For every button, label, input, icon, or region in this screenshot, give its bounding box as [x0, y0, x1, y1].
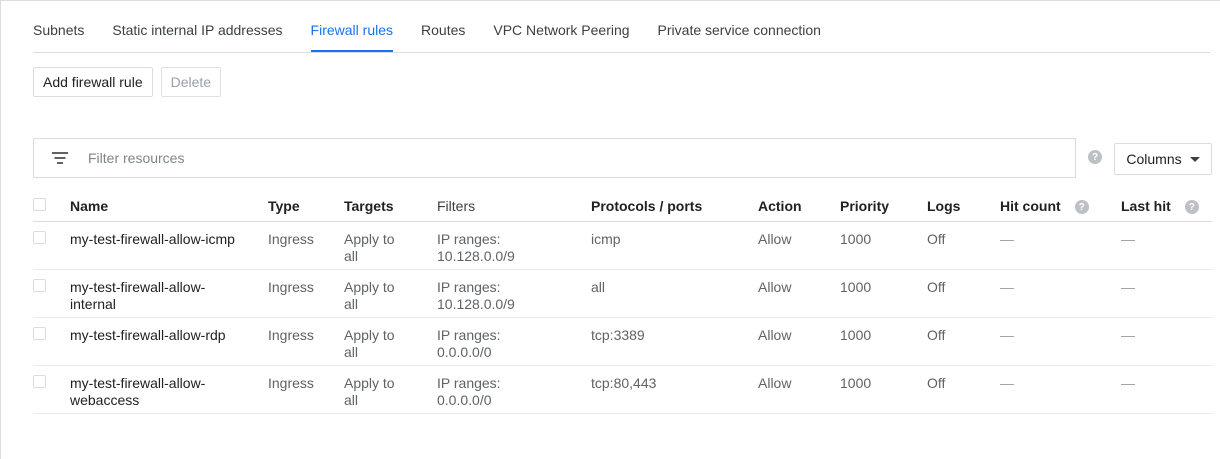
rule-action: Allow: [758, 269, 840, 318]
rule-protocols: tcp:80,443: [591, 365, 758, 414]
delete-button[interactable]: Delete: [160, 67, 222, 97]
row-checkbox[interactable]: [33, 327, 46, 340]
table-row[interactable]: my-test-firewall-allow-internal Ingress …: [33, 269, 1212, 318]
header-filters: Filters: [437, 191, 591, 222]
rule-name[interactable]: my-test-firewall-allow-rdp: [70, 317, 268, 366]
rule-targets: Apply to all: [344, 365, 437, 414]
header-name[interactable]: Name: [70, 191, 268, 222]
rule-last-hit: —: [1121, 269, 1212, 318]
rule-priority: 1000: [840, 365, 927, 414]
row-checkbox[interactable]: [33, 279, 46, 292]
rule-hit-count: —: [1000, 365, 1121, 414]
columns-label: Columns: [1126, 151, 1182, 167]
filter-icon: [52, 152, 68, 164]
rule-action: Allow: [758, 317, 840, 366]
rule-targets: Apply to all: [344, 269, 437, 318]
caret-down-icon: [1189, 156, 1200, 162]
tab-subnets[interactable]: Subnets: [33, 12, 84, 52]
rule-name[interactable]: my-test-firewall-allow-webaccess: [70, 365, 268, 414]
table-row[interactable]: my-test-firewall-allow-webaccess Ingress…: [33, 365, 1212, 414]
tab-firewall-rules[interactable]: Firewall rules: [310, 12, 394, 52]
rule-priority: 1000: [840, 317, 927, 366]
header-last-hit-cell: Last hit?: [1121, 191, 1212, 222]
rule-action: Allow: [758, 221, 840, 270]
rule-logs: Off: [927, 317, 1000, 366]
row-select-cell: [33, 269, 70, 318]
columns-button[interactable]: Columns: [1114, 143, 1212, 175]
rule-type: Ingress: [268, 221, 344, 270]
rule-protocols: icmp: [591, 221, 758, 270]
tab-routes[interactable]: Routes: [421, 12, 465, 52]
rule-logs: Off: [927, 365, 1000, 414]
rule-targets: Apply to all: [344, 317, 437, 366]
row-select-cell: [33, 365, 70, 414]
vpc-network-panel: Subnets Static internal IP addresses Fir…: [0, 0, 1220, 459]
table-row[interactable]: my-test-firewall-allow-icmp Ingress Appl…: [33, 221, 1212, 270]
rule-hit-count: —: [1000, 221, 1121, 270]
action-toolbar: Add firewall rule Delete: [33, 67, 222, 97]
tab-static-internal-ip[interactable]: Static internal IP addresses: [112, 12, 282, 52]
header-last-hit[interactable]: Last hit: [1121, 198, 1171, 214]
rule-logs: Off: [927, 269, 1000, 318]
rule-type: Ingress: [268, 365, 344, 414]
tab-vpc-network-peering[interactable]: VPC Network Peering: [493, 12, 629, 52]
filter-bar: [33, 138, 1076, 178]
rule-last-hit: —: [1121, 221, 1212, 270]
rule-targets: Apply to all: [344, 221, 437, 270]
hit-count-help-icon[interactable]: ?: [1074, 200, 1089, 215]
rule-hit-count: —: [1000, 269, 1121, 318]
filter-input[interactable]: [86, 149, 990, 167]
rule-filters: IP ranges: 0.0.0.0/0: [437, 365, 591, 414]
rule-logs: Off: [927, 221, 1000, 270]
rule-hit-count: —: [1000, 317, 1121, 366]
help-icon[interactable]: ?: [1088, 150, 1102, 164]
rule-name[interactable]: my-test-firewall-allow-icmp: [70, 221, 268, 270]
tab-private-service-connection[interactable]: Private service connection: [658, 12, 821, 52]
header-hit-count-cell: Hit count?: [1000, 191, 1121, 222]
rule-priority: 1000: [840, 221, 927, 270]
row-checkbox[interactable]: [33, 375, 46, 388]
select-all-checkbox[interactable]: [33, 198, 46, 211]
firewall-rules-table: Name Type Targets Filters Protocols / po…: [33, 191, 1212, 414]
rule-type: Ingress: [268, 269, 344, 318]
rule-last-hit: —: [1121, 317, 1212, 366]
rule-last-hit: —: [1121, 365, 1212, 414]
rule-protocols: tcp:3389: [591, 317, 758, 366]
header-targets[interactable]: Targets: [344, 191, 437, 222]
header-hit-count[interactable]: Hit count: [1000, 198, 1061, 214]
table-row[interactable]: my-test-firewall-allow-rdp Ingress Apply…: [33, 317, 1212, 366]
header-logs[interactable]: Logs: [927, 191, 1000, 222]
rule-filters: IP ranges: 10.128.0.0/9: [437, 269, 591, 318]
select-all-cell: [33, 191, 70, 222]
rule-name[interactable]: my-test-firewall-allow-internal: [70, 269, 268, 318]
row-select-cell: [33, 317, 70, 366]
rule-filters: IP ranges: 0.0.0.0/0: [437, 317, 591, 366]
rule-protocols: all: [591, 269, 758, 318]
header-priority[interactable]: Priority: [840, 191, 927, 222]
header-type[interactable]: Type: [268, 191, 344, 222]
rule-action: Allow: [758, 365, 840, 414]
tab-bar: Subnets Static internal IP addresses Fir…: [33, 12, 1210, 53]
rule-priority: 1000: [840, 269, 927, 318]
row-checkbox[interactable]: [33, 231, 46, 244]
table-header-row: Name Type Targets Filters Protocols / po…: [33, 191, 1212, 222]
last-hit-help-icon[interactable]: ?: [1184, 200, 1199, 215]
row-select-cell: [33, 221, 70, 270]
header-protocols-ports[interactable]: Protocols / ports: [591, 191, 758, 222]
header-action[interactable]: Action: [758, 191, 840, 222]
add-firewall-rule-button[interactable]: Add firewall rule: [33, 67, 153, 97]
rule-filters: IP ranges: 10.128.0.0/9: [437, 221, 591, 270]
rule-type: Ingress: [268, 317, 344, 366]
